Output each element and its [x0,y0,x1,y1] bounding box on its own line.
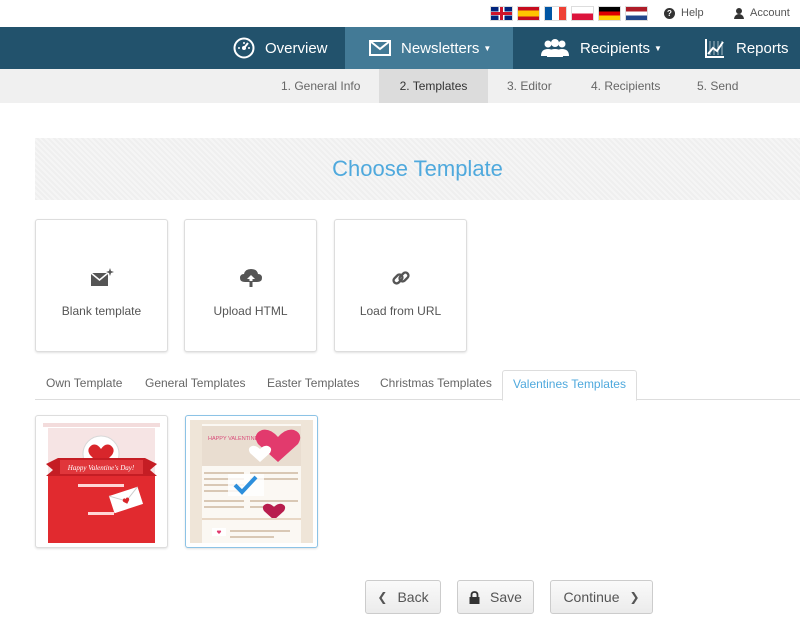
flag-english-icon[interactable] [490,6,513,21]
template-thumbnail-1[interactable]: Happy Valentine's Day! [35,415,168,548]
user-icon [734,7,744,19]
blank-template-label: Blank template [61,304,142,318]
users-icon [541,39,569,57]
step-send[interactable]: 5. Send [697,69,738,103]
continue-button-label: Continue [563,589,620,605]
top-bar: ? Help Account [0,0,800,27]
account-link[interactable]: Account [734,7,790,19]
valentine-red-preview-image: Happy Valentine's Day! [40,420,163,543]
tab-general-templates[interactable]: General Templates [145,376,246,390]
thumbnail-1-banner-text: Happy Valentine's Day! [67,464,135,472]
nav-recipients-label: Recipients [580,39,651,57]
caret-down-icon: ▼ [483,43,492,53]
tab-easter-templates[interactable]: Easter Templates [267,376,360,390]
upload-html-label: Upload HTML [213,304,288,318]
step-recipients[interactable]: 4. Recipients [591,69,660,103]
flag-french-icon[interactable] [544,6,567,21]
cloud-upload-icon [239,269,262,287]
help-label: Help [681,7,704,19]
chart-icon [705,39,724,58]
envelope-icon [369,40,391,56]
tab-valentines-templates[interactable]: Valentines Templates [502,370,637,401]
back-button-label: Back [397,589,429,605]
nav-overview[interactable]: Overview [233,27,328,69]
save-button[interactable]: Save [457,580,534,614]
template-tabs: Own Template General Templates Easter Te… [35,370,800,401]
step-general-info[interactable]: 1. General Info [281,69,360,103]
nav-overview-label: Overview [265,39,328,57]
flag-dutch-icon[interactable] [625,6,648,21]
question-icon: ? [664,7,675,19]
save-button-label: Save [490,589,522,605]
blank-template-card[interactable]: Blank template [35,219,168,352]
dashboard-icon [233,37,255,59]
chevron-left-icon: ❮ [377,590,388,604]
caret-down-icon: ▼ [654,43,662,53]
step-editor[interactable]: 3. Editor [507,69,552,103]
chevron-right-icon: ❯ [629,590,640,604]
nav-reports[interactable]: Reports [704,27,789,69]
envelope-plus-icon [90,268,114,286]
language-flags [490,6,648,21]
flag-spanish-icon[interactable] [517,6,540,21]
choose-template-header: Choose Template [35,138,800,200]
back-button[interactable]: ❮ Back [365,580,441,614]
template-thumbnail-2[interactable]: HAPPY VALENTINE'S DAY [185,415,318,548]
page-title: Choose Template [332,156,503,181]
template-preview-red: Happy Valentine's Day! [40,420,163,543]
valentine-beige-preview-image: HAPPY VALENTINE'S DAY [190,420,313,543]
step-templates[interactable]: 2. Templates [379,69,488,103]
upload-html-card[interactable]: Upload HTML [184,219,317,352]
flag-polish-icon[interactable] [571,6,594,21]
wizard-steps: 1. General Info 2. Templates 3. Editor 4… [0,69,800,103]
link-icon [391,271,410,285]
load-from-url-label: Load from URL [359,304,442,318]
help-link[interactable]: ? Help [664,7,704,19]
nav-recipients[interactable]: Recipients ▼ [540,27,662,69]
tab-own-template[interactable]: Own Template [46,376,122,390]
template-preview-beige: HAPPY VALENTINE'S DAY [190,420,313,543]
lock-icon [469,590,480,604]
nav-reports-label: Reports [736,39,789,57]
nav-newsletters-label: Newsletters [401,39,480,57]
flag-german-icon[interactable] [598,6,621,21]
nav-newsletters[interactable]: Newsletters ▼ [345,27,513,69]
tab-christmas-templates[interactable]: Christmas Templates [380,376,492,390]
load-from-url-card[interactable]: Load from URL [334,219,467,352]
continue-button[interactable]: Continue ❯ [550,580,653,614]
main-nav: Overview Newsletters ▼ Recipients ▼ Repo… [0,27,800,69]
account-label: Account [750,7,790,19]
